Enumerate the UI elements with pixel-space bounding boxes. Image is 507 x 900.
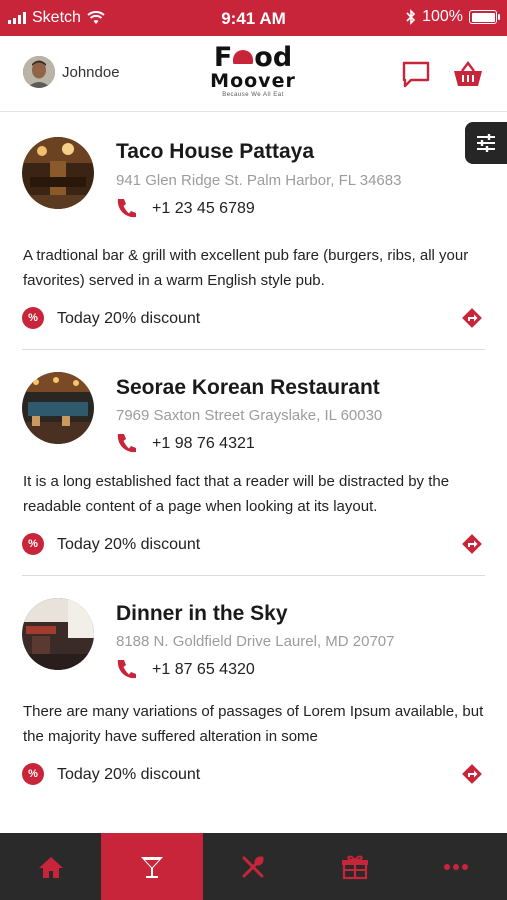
directions-icon[interactable] xyxy=(461,763,483,785)
discount-icon: % xyxy=(22,533,44,555)
food-moover-logo: Fod Moover Because We All Eat xyxy=(210,42,296,98)
restaurant-name[interactable]: Taco House Pattaya xyxy=(116,140,314,164)
restaurant-name[interactable]: Seorae Korean Restaurant xyxy=(116,376,380,400)
restaurant-card[interactable]: Dinner in the Sky 8188 N. Goldfield Driv… xyxy=(0,576,507,806)
status-bar: Sketch 9:41 AM 100% xyxy=(0,0,507,36)
discount-icon: % xyxy=(22,307,44,329)
restaurant-description: It is a long established fact that a rea… xyxy=(23,473,450,515)
basket-icon xyxy=(454,61,482,86)
cocktail-icon xyxy=(141,856,164,878)
restaurant-photo[interactable] xyxy=(22,598,94,670)
home-icon xyxy=(38,856,63,878)
tab-drinks[interactable] xyxy=(101,833,203,900)
app-header: Johndoe Fod Moover Because We All Eat xyxy=(0,36,507,112)
restaurant-name[interactable]: Dinner in the Sky xyxy=(116,602,288,626)
cart-button[interactable] xyxy=(452,60,484,88)
restaurant-photo[interactable] xyxy=(22,372,94,444)
restaurant-address: 8188 N. Goldfield Drive Laurel, MD 20707 xyxy=(116,633,395,650)
discount-icon: % xyxy=(22,763,44,785)
restaurant-phone[interactable]: +1 87 65 4320 xyxy=(152,661,255,679)
battery-percent: 100% xyxy=(422,8,463,25)
restaurant-address: 7969 Saxton Street Grayslake, IL 60030 xyxy=(116,407,383,424)
bluetooth-icon xyxy=(406,9,416,25)
username[interactable]: Johndoe xyxy=(62,64,120,81)
restaurant-card[interactable]: Taco House Pattaya 941 Glen Ridge St. Pa… xyxy=(0,112,507,350)
more-icon xyxy=(444,863,469,870)
restaurant-address: 941 Glen Ridge St. Palm Harbor, FL 34683 xyxy=(116,172,402,189)
restaurant-card[interactable]: Seorae Korean Restaurant 7969 Saxton Str… xyxy=(0,350,507,576)
restaurant-description: There are many variations of passages of… xyxy=(23,703,484,745)
gift-icon xyxy=(341,855,368,879)
tab-home[interactable] xyxy=(0,833,101,900)
phone-icon[interactable] xyxy=(116,658,138,680)
discount-label: Today 20% discount xyxy=(57,536,201,553)
tab-more[interactable] xyxy=(406,833,507,900)
chat-icon xyxy=(402,61,430,88)
battery-icon xyxy=(469,10,500,24)
restaurant-description: A tradtional bar & grill with excellent … xyxy=(23,247,469,289)
chat-button[interactable] xyxy=(401,60,431,88)
tab-offers[interactable] xyxy=(304,833,405,900)
restaurant-phone[interactable]: +1 23 45 6789 xyxy=(152,200,255,218)
utensils-icon xyxy=(242,855,264,877)
cloche-icon xyxy=(233,50,254,64)
status-right: 100% xyxy=(406,8,500,26)
restaurant-phone[interactable]: +1 98 76 4321 xyxy=(152,435,255,453)
discount-label: Today 20% discount xyxy=(57,310,201,327)
phone-icon[interactable] xyxy=(116,432,138,454)
tab-restaurants[interactable] xyxy=(203,833,304,900)
restaurant-photo[interactable] xyxy=(22,137,94,209)
phone-icon[interactable] xyxy=(116,197,138,219)
discount-label: Today 20% discount xyxy=(57,766,201,783)
directions-icon[interactable] xyxy=(461,533,483,555)
directions-icon[interactable] xyxy=(461,307,483,329)
avatar[interactable] xyxy=(23,56,55,88)
bottom-tab-bar xyxy=(0,833,507,900)
